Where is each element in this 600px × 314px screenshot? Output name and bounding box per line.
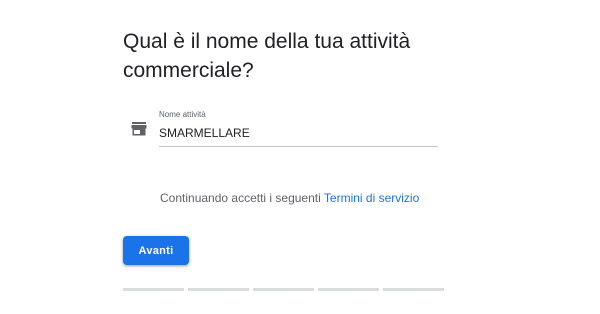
terms-notice: Continuando accetti i seguenti Termini d… [160, 191, 419, 205]
progress-step [253, 288, 314, 291]
business-name-field[interactable]: Nome attività [159, 108, 438, 147]
business-name-label: Nome attività [159, 110, 206, 119]
page-title: Qual è il nome della tua attività commer… [123, 30, 411, 82]
progress-step [318, 288, 379, 291]
create-business-page: Qual è il nome della tua attività commer… [0, 0, 600, 314]
terms-of-service-link[interactable]: Termini di servizio [324, 191, 419, 205]
next-button[interactable]: Avanti [123, 236, 189, 265]
terms-text: Continuando accetti i seguenti [160, 191, 324, 205]
progress-bar [123, 288, 444, 291]
business-name-input[interactable] [159, 126, 429, 140]
progress-step [123, 288, 184, 291]
progress-step [188, 288, 249, 291]
storefront-icon [131, 122, 147, 136]
progress-step [383, 288, 444, 291]
